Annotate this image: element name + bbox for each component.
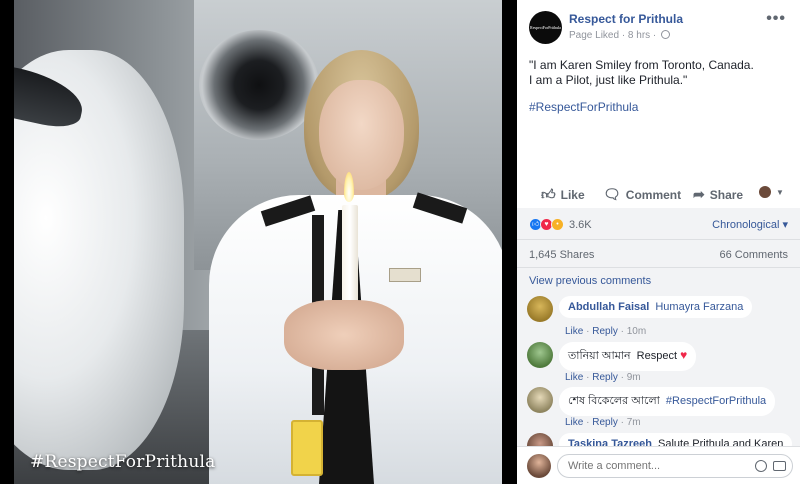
page-name[interactable]: Respect for Prithula xyxy=(569,12,683,26)
post-text: "I am Karen Smiley from Toronto, Canada.… xyxy=(517,48,800,88)
pilot-photo xyxy=(14,0,502,484)
thumbs-up-icon: 👍︎ xyxy=(541,186,556,202)
user-mini-avatar xyxy=(759,186,771,198)
name-tag xyxy=(389,268,421,282)
commenter-avatar[interactable] xyxy=(527,296,553,322)
reactions-row: 👍︎ ♥ •︎ 3.6K Chronological ▾ xyxy=(517,208,800,240)
comment-author[interactable]: তানিয়া আমান xyxy=(568,350,631,362)
comment-reply-link[interactable]: Reply xyxy=(592,326,618,337)
post-photo[interactable]: #RespectForPrithula xyxy=(0,0,517,484)
comment-text: Respect xyxy=(636,350,677,362)
comment-like-link[interactable]: Like xyxy=(565,417,583,428)
like-button[interactable]: 👍︎ Like xyxy=(541,186,585,203)
commenter-avatar[interactable] xyxy=(527,387,553,413)
current-user-avatar xyxy=(527,454,551,478)
comment-tagged-user[interactable]: Humayra Farzana xyxy=(655,301,743,313)
comment-like-link[interactable]: Like xyxy=(565,372,583,383)
reaction-icons[interactable]: 👍︎ ♥ •︎ xyxy=(529,218,564,231)
post-meta: Page Liked · 8 hrs · xyxy=(569,30,671,41)
share-icon: ➦ xyxy=(693,186,705,202)
caret-down-icon: ▼ xyxy=(776,187,784,197)
post-hashtag[interactable]: #RespectForPrithula xyxy=(517,88,800,114)
page-avatar-text: RespectForPrithula xyxy=(530,25,561,30)
post-as-selector[interactable]: ▼ xyxy=(759,186,784,198)
commenter-avatar[interactable] xyxy=(527,342,553,368)
post-actions: 👍︎ Like 🗨︎ Comment ➦ Share ▼ xyxy=(517,178,800,208)
engagement-section: 👍︎ ♥ •︎ 3.6K Chronological ▾ 1,645 Share… xyxy=(517,208,800,484)
comment-time: 10m xyxy=(626,326,647,337)
comment-bubble: Abdullah Faisal Humayra Farzana xyxy=(559,296,753,318)
comment-author[interactable]: শেষ বিকেলের আলো xyxy=(568,395,660,407)
id-badge xyxy=(291,420,323,476)
page-avatar[interactable]: RespectForPrithula xyxy=(529,11,562,44)
comments-count[interactable]: 66 Comments xyxy=(720,249,788,261)
camera-icon[interactable] xyxy=(773,461,786,471)
more-options-icon[interactable]: ••• xyxy=(766,10,786,28)
comment-icon: 🗨︎ xyxy=(603,186,621,202)
pilot-hands xyxy=(284,300,404,370)
post-meta-text: Page Liked · 8 hrs · xyxy=(569,30,657,41)
post-header: RespectForPrithula Respect for Prithula … xyxy=(517,0,800,48)
shares-count[interactable]: 1,645 Shares xyxy=(529,249,594,261)
comment-reply-link[interactable]: Reply xyxy=(592,372,618,383)
comment-time: 9m xyxy=(626,372,641,383)
shares-row: 1,645 Shares 66 Comments xyxy=(517,240,800,268)
like-label: Like xyxy=(560,187,585,202)
view-previous-comments-link[interactable]: View previous comments xyxy=(529,275,651,287)
comment-like-link[interactable]: Like xyxy=(565,326,583,337)
sad-reaction-icon: •︎ xyxy=(551,218,564,231)
comment-meta: Like · Reply · 7m xyxy=(565,417,641,428)
comment-author[interactable]: Abdullah Faisal xyxy=(568,301,649,313)
comment-bubble: শেষ বিকেলের আলো #RespectForPrithula xyxy=(559,387,776,416)
share-label: Share xyxy=(709,187,744,202)
comment-bubble: তানিয়া আমান Respect ♥ xyxy=(559,342,697,371)
post-sidebar: RespectForPrithula Respect for Prithula … xyxy=(517,0,800,484)
photo-hashtag-overlay: #RespectForPrithula xyxy=(30,452,216,472)
comment-reply-link[interactable]: Reply xyxy=(592,417,618,428)
comment-time: 7m xyxy=(626,417,641,428)
pilot-face xyxy=(319,80,404,190)
comment-order-dropdown[interactable]: Chronological ▾ xyxy=(712,218,788,231)
heart-icon: ♥ xyxy=(680,348,688,362)
jet-fuselage xyxy=(14,50,184,470)
jet-cockpit-window xyxy=(14,58,88,132)
comment-meta: Like · Reply · 10m xyxy=(565,326,647,337)
comment-hashtag[interactable]: #RespectForPrithula xyxy=(666,395,766,407)
reaction-count[interactable]: 3.6K xyxy=(569,219,592,231)
comment-meta: Like · Reply · 9m xyxy=(565,372,641,383)
post-text-line2: I am a Pilot, just like Prithula." xyxy=(529,73,688,87)
post-text-line1: "I am Karen Smiley from Toronto, Canada. xyxy=(529,58,754,72)
globe-icon xyxy=(661,30,671,39)
share-button[interactable]: ➦ Share xyxy=(693,186,743,203)
comment-composer xyxy=(517,446,800,484)
emoji-icon[interactable] xyxy=(755,460,767,472)
comment-button[interactable]: 🗨︎ Comment xyxy=(603,186,681,203)
comment-label: Comment xyxy=(625,187,682,202)
jet-engine xyxy=(199,30,319,140)
